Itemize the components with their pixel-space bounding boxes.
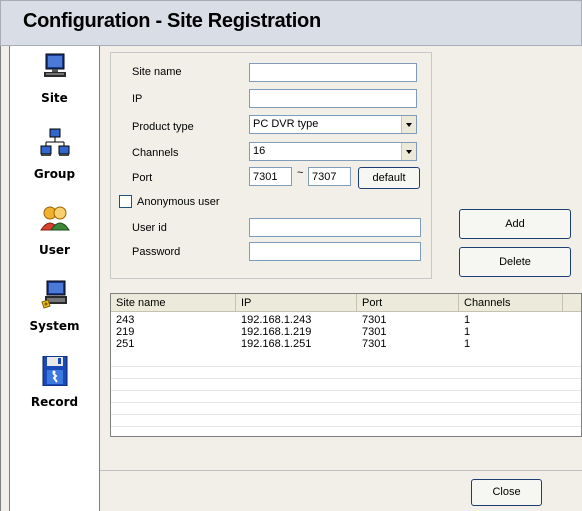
product-type-value: PC DVR type — [253, 118, 319, 130]
cell-ip: 192.168.1.219 — [241, 326, 312, 338]
cell-channels: 1 — [464, 326, 471, 338]
table-row[interactable]: 219 192.168.1.219 7301 1 — [111, 326, 581, 338]
sidebar-item-label: User — [39, 243, 70, 257]
floppy-save-icon — [42, 356, 68, 386]
delete-button[interactable]: Delete — [459, 247, 571, 277]
users-icon — [40, 206, 70, 231]
port-from-input[interactable] — [249, 167, 292, 186]
cell-site-name: 219 — [116, 326, 135, 338]
cell-port: 7301 — [362, 338, 387, 350]
sidebar-item-record[interactable]: Record — [10, 356, 99, 426]
table-header: Site name IP Port Channels — [111, 294, 581, 312]
chevron-down-icon[interactable] — [401, 143, 416, 160]
product-type-select[interactable]: PC DVR type — [249, 115, 417, 134]
cell-port: 7301 — [362, 314, 387, 326]
anonymous-user-checkbox[interactable] — [119, 195, 132, 208]
monitor-icon — [44, 53, 66, 77]
ip-label: IP — [132, 93, 143, 105]
user-id-label: User id — [132, 222, 167, 234]
window-title: Configuration - Site Registration — [23, 10, 321, 32]
default-button[interactable]: default — [358, 167, 420, 189]
grid-line — [111, 426, 581, 427]
ip-input[interactable] — [249, 89, 417, 108]
grid-line — [111, 378, 581, 379]
port-label: Port — [132, 172, 153, 184]
site-name-label: Site name — [132, 66, 182, 78]
cell-channels: 1 — [464, 314, 471, 326]
grid-line — [111, 402, 581, 403]
port-separator: ~ — [297, 167, 304, 179]
column-header-ip[interactable]: IP — [236, 294, 357, 312]
sidebar-item-group[interactable]: Group — [10, 128, 99, 198]
cell-channels: 1 — [464, 338, 471, 350]
network-group-icon — [40, 128, 70, 156]
sidebar-item-site[interactable]: Site — [10, 52, 99, 122]
site-name-input[interactable] — [249, 63, 417, 82]
password-input[interactable] — [249, 242, 421, 261]
grid-line — [111, 390, 581, 391]
sidebar-item-label: Record — [30, 395, 79, 409]
cell-ip: 192.168.1.251 — [241, 338, 312, 350]
grid-line — [111, 414, 581, 415]
add-button[interactable]: Add — [459, 209, 571, 239]
sidebar-item-label: Site — [41, 91, 68, 105]
user-id-input[interactable] — [249, 218, 421, 237]
cell-ip: 192.168.1.243 — [241, 314, 312, 326]
site-list-table[interactable]: Site name IP Port Channels 243 192.168.1… — [110, 293, 582, 437]
sidebar-item-label: Group — [33, 167, 76, 181]
cell-site-name: 251 — [116, 338, 135, 350]
password-label: Password — [132, 246, 181, 258]
anonymous-user-label: Anonymous user — [137, 196, 220, 208]
channels-select[interactable]: 16 — [249, 142, 417, 161]
product-type-label: Product type — [132, 121, 194, 133]
system-computer-icon — [41, 280, 67, 309]
channels-label: Channels — [132, 147, 179, 159]
title-bar: Configuration - Site Registration — [0, 0, 582, 46]
column-header-channels[interactable]: Channels — [459, 294, 563, 312]
table-row[interactable]: 243 192.168.1.243 7301 1 — [111, 314, 581, 326]
sidebar-item-system[interactable]: System — [10, 280, 99, 350]
grid-line — [111, 366, 581, 367]
chevron-down-icon[interactable] — [401, 116, 416, 133]
column-header-port[interactable]: Port — [357, 294, 459, 312]
column-header-site-name[interactable]: Site name — [111, 294, 236, 312]
sidebar: Site Group User System Record — [9, 46, 100, 511]
channels-value: 16 — [253, 145, 266, 157]
sidebar-item-user[interactable]: User — [10, 204, 99, 274]
table-row[interactable]: 251 192.168.1.251 7301 1 — [111, 338, 581, 350]
port-to-input[interactable] — [308, 167, 351, 186]
sidebar-item-label: System — [29, 319, 80, 333]
cell-site-name: 243 — [116, 314, 135, 326]
cell-port: 7301 — [362, 326, 387, 338]
close-button[interactable]: Close — [471, 479, 542, 506]
